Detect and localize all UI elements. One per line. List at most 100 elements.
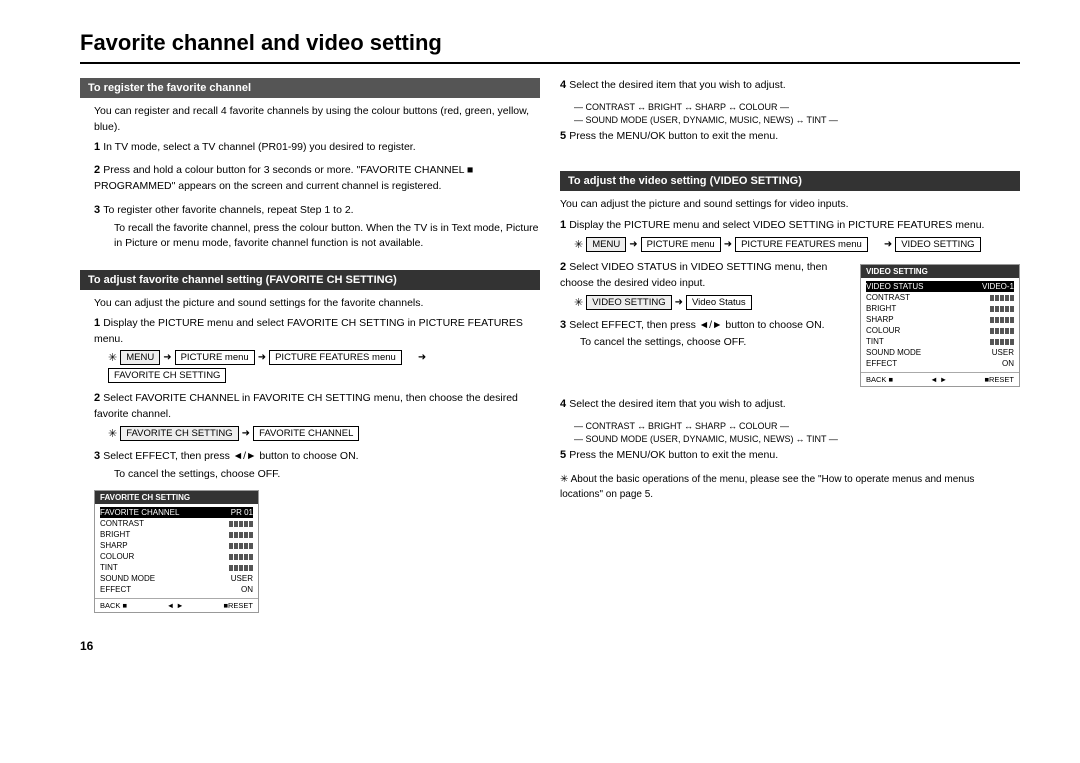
screen-video-footer: BACK ■ ◄ ► ■RESET	[861, 372, 1019, 386]
screen-row-video-status: VIDEO STATUS VIDEO-1	[866, 281, 1014, 292]
section-video-header: To adjust the video setting (VIDEO SETTI…	[560, 171, 1020, 191]
screen-video: VIDEO SETTING VIDEO STATUS VIDEO-1 CONTR…	[860, 264, 1020, 387]
page-number: 16	[80, 639, 540, 653]
page-title: Favorite channel and video setting	[80, 30, 1020, 64]
step-text-2: Press and hold a colour button for 3 sec…	[94, 164, 473, 192]
screen-row-fav-channel: FAVORITE CHANNEL PR 01	[100, 507, 253, 518]
video-status-box: Video Status	[686, 295, 752, 310]
step-num-2: 2	[94, 164, 100, 176]
step-video-num-1: 1	[560, 219, 566, 231]
step-fav-2: 2 Select FAVORITE CHANNEL in FAVORITE CH…	[94, 391, 540, 441]
menu-box-v: MENU	[586, 237, 626, 252]
step-right-text-4b: Select the desired item that you wish to…	[569, 398, 786, 410]
fav-ch-setting-box: FAVORITE CH SETTING	[108, 368, 226, 383]
step-fav-text-2: Select FAVORITE CHANNEL in FAVORITE CH S…	[94, 392, 518, 420]
step-right-num-5b: 5	[560, 449, 566, 461]
fav-channel-box: FAVORITE CHANNEL	[253, 426, 359, 441]
sound-line-bottom: — SOUND MODE (USER, DYNAMIC, MUSIC, NEWS…	[574, 434, 1020, 444]
screen-video-title: VIDEO SETTING	[861, 265, 1019, 278]
step-video-num-2: 2	[560, 261, 566, 273]
left-column: To register the favorite channel You can…	[80, 78, 540, 653]
step-right-num-4b: 4	[560, 398, 566, 410]
screen-row-contrast: CONTRAST	[100, 518, 253, 529]
screen-row-v-bright: BRIGHT	[866, 303, 1014, 314]
step-right-4a: 4 Select the desired item that you wish …	[560, 78, 1020, 94]
step-register-2: 2 Press and hold a colour button for 3 s…	[94, 163, 540, 195]
picture-features-box-v: PICTURE FEATURES menu	[735, 237, 868, 252]
step-fav-num-2: 2	[94, 392, 100, 404]
screen-row-colour: COLOUR	[100, 551, 253, 562]
screen-row-v-tint: TINT	[866, 336, 1014, 347]
picture-menu-box: PICTURE menu	[175, 350, 255, 365]
star-v1: ✳	[574, 238, 583, 251]
screen-row-v-contrast: CONTRAST	[866, 292, 1014, 303]
screen-fav-ch: FAVORITE CH SETTING FAVORITE CHANNEL PR …	[94, 490, 259, 613]
menu-box: MENU	[120, 350, 160, 365]
step-fav-text-3b: To cancel the settings, choose OFF.	[114, 468, 280, 480]
step-fav-num-1: 1	[94, 317, 100, 329]
screen-row-sound: SOUND MODE USER	[100, 573, 253, 584]
nav-path-1: ✳ MENU ➜ PICTURE menu ➜ PICTURE FEATURES…	[108, 350, 540, 383]
step-num-1: 1	[94, 141, 100, 153]
step-video-text-2: Select VIDEO STATUS in VIDEO SETTING men…	[560, 261, 827, 289]
nav-path-video-2: ✳ VIDEO SETTING ➜ Video Status	[574, 295, 846, 310]
section-register-intro: You can register and recall 4 favorite c…	[94, 104, 540, 136]
step-right-text-5b: Press the MENU/OK button to exit the men…	[569, 449, 778, 461]
video-setting-box: VIDEO SETTING	[895, 237, 980, 252]
screen-row-v-sharp: SHARP	[866, 314, 1014, 325]
step-video-text-1: Display the PICTURE menu and select VIDE…	[569, 219, 984, 231]
step-fav-text-3a: Select EFFECT, then press ◄/► button to …	[103, 450, 358, 462]
step-fav-text-1: Display the PICTURE menu and select FAVO…	[94, 317, 523, 345]
step-num-3: 3	[94, 204, 100, 216]
step-video-1: 1 Display the PICTURE menu and select VI…	[560, 218, 1020, 252]
star-v2: ✳	[574, 296, 583, 309]
section-register-header: To register the favorite channel	[80, 78, 540, 98]
sound-line-top: — SOUND MODE (USER, DYNAMIC, MUSIC, NEWS…	[574, 115, 1020, 125]
section-fav-ch-header: To adjust favorite channel setting (FAVO…	[80, 270, 540, 290]
screen-fav-body: FAVORITE CHANNEL PR 01 CONTRAST	[95, 504, 258, 598]
screen-row-v-colour: COLOUR	[866, 325, 1014, 336]
step-right-text-5a: Press the MENU/OK button to exit the men…	[569, 130, 778, 142]
nav-path-2: ✳ FAVORITE CH SETTING ➜ FAVORITE CHANNEL	[108, 426, 540, 441]
step-video-num-3: 3	[560, 319, 566, 331]
step-right-5b: 5 Press the MENU/OK button to exit the m…	[560, 448, 1020, 464]
picture-features-box: PICTURE FEATURES menu	[269, 350, 402, 365]
footnote: ✳ About the basic operations of the menu…	[560, 472, 1020, 502]
step-right-num-5a: 5	[560, 130, 566, 142]
screen-row-sharp: SHARP	[100, 540, 253, 551]
nav-path-video-1: ✳ MENU ➜ PICTURE menu ➜ PICTURE FEATURES…	[574, 237, 1020, 252]
screen-row-bright: BRIGHT	[100, 529, 253, 540]
fav-ch-setting-box2: FAVORITE CH SETTING	[120, 426, 238, 441]
video-setting-nav-box: VIDEO SETTING	[586, 295, 671, 310]
contrast-line-bottom: — CONTRAST ↔ BRIGHT ↔ SHARP ↔ COLOUR —	[574, 421, 1020, 431]
step-text-3b: To recall the favorite channel, press th…	[114, 222, 539, 250]
screen-row-effect: EFFECT ON	[100, 584, 253, 595]
step-video-2-container: VIDEO SETTING VIDEO STATUS VIDEO-1 CONTR…	[560, 260, 1020, 391]
step-register-1: 1 In TV mode, select a TV channel (PR01-…	[94, 140, 540, 156]
step-right-5a: 5 Press the MENU/OK button to exit the m…	[560, 129, 1020, 145]
step-fav-1: 1 Display the PICTURE menu and select FA…	[94, 316, 540, 384]
step-right-text-4a: Select the desired item that you wish to…	[569, 79, 786, 91]
section-fav-ch: To adjust favorite channel setting (FAVO…	[80, 270, 540, 619]
step-fav-num-3: 3	[94, 450, 100, 462]
star-2: ✳	[108, 427, 117, 440]
picture-menu-box-v: PICTURE menu	[641, 237, 721, 252]
step-text-1: In TV mode, select a TV channel (PR01-99…	[103, 141, 415, 153]
screen-video-body: VIDEO STATUS VIDEO-1 CONTRAST	[861, 278, 1019, 372]
section-register: To register the favorite channel You can…	[80, 78, 540, 260]
step-right-4b: 4 Select the desired item that you wish …	[560, 397, 1020, 413]
right-column: 4 Select the desired item that you wish …	[560, 78, 1020, 653]
right-top-steps: 4 Select the desired item that you wish …	[560, 78, 1020, 153]
section-video-intro: You can adjust the picture and sound set…	[560, 197, 1020, 213]
step-right-num-4a: 4	[560, 79, 566, 91]
step-fav-3: 3 Select EFFECT, then press ◄/► button t…	[94, 449, 540, 483]
screen-fav-title: FAVORITE CH SETTING	[95, 491, 258, 504]
screen-row-tint: TINT	[100, 562, 253, 573]
step-register-3: 3 To register other favorite channels, r…	[94, 203, 540, 252]
step-video-text-3a: Select EFFECT, then press ◄/► button to …	[569, 319, 824, 331]
screen-row-v-sound: SOUND MODE USER	[866, 347, 1014, 358]
star-1: ✳	[108, 351, 117, 364]
section-video: To adjust the video setting (VIDEO SETTI…	[560, 171, 1020, 502]
contrast-line-top: — CONTRAST ↔ BRIGHT ↔ SHARP ↔ COLOUR —	[574, 102, 1020, 112]
section-fav-ch-intro: You can adjust the picture and sound set…	[94, 296, 540, 312]
